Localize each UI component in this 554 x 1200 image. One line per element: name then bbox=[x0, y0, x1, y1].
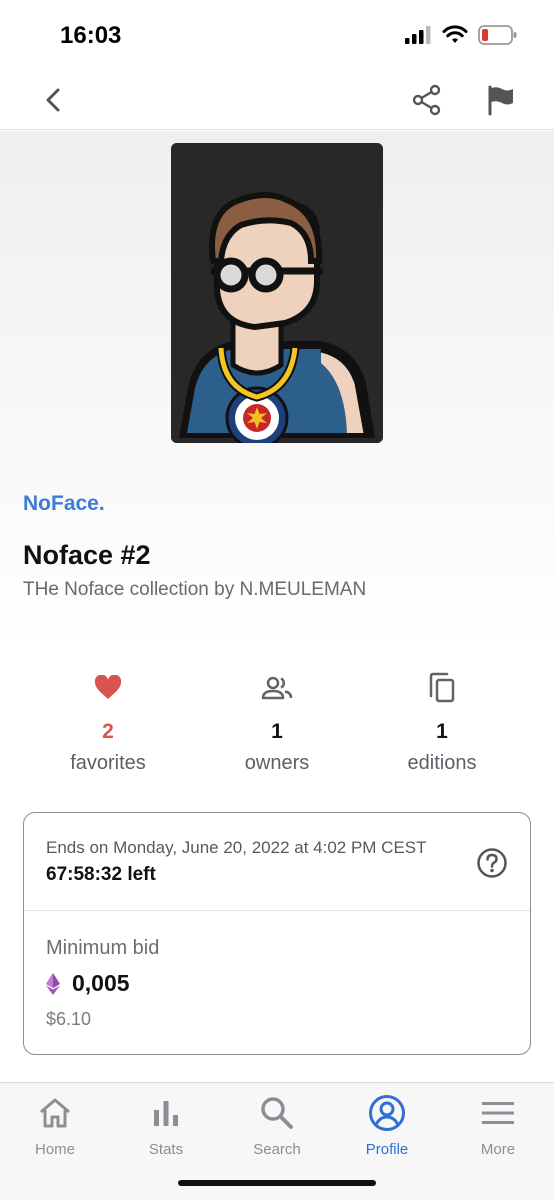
card-divider bbox=[24, 910, 530, 911]
nft-title: Noface #2 bbox=[23, 540, 151, 570]
tab-home-label: Home bbox=[34, 1141, 75, 1158]
bid-usd-value: $6.10 bbox=[46, 1009, 92, 1029]
auction-end-date: Ends on Monday, June 20, 2022 at 4:02 PM… bbox=[46, 838, 427, 857]
status-bar: 16:03 bbox=[0, 0, 554, 70]
favorites-label: favorites bbox=[70, 752, 146, 774]
flag-icon[interactable] bbox=[484, 83, 518, 117]
tab-more-label: More bbox=[480, 1141, 516, 1158]
menu-icon bbox=[482, 1102, 514, 1124]
wifi-icon bbox=[442, 25, 468, 43]
nft-hero bbox=[0, 131, 554, 651]
nft-artwork[interactable] bbox=[171, 143, 383, 443]
status-icons bbox=[404, 24, 518, 46]
bar-chart-icon bbox=[154, 1101, 178, 1126]
stat-owners[interactable]: 1 owners bbox=[187, 668, 367, 775]
tab-search-label: Search bbox=[253, 1141, 301, 1158]
owners-count: 1 bbox=[271, 720, 283, 743]
tab-stats[interactable]: Stats bbox=[111, 1093, 221, 1158]
share-icon[interactable] bbox=[410, 83, 444, 117]
status-time: 16:03 bbox=[60, 22, 122, 49]
nft-subtitle: THe Noface collection by N.MEULEMAN bbox=[23, 579, 367, 600]
battery-low-icon bbox=[478, 25, 517, 45]
home-icon bbox=[40, 1098, 70, 1128]
min-bid-label: Minimum bid bbox=[46, 937, 160, 959]
people-icon bbox=[261, 676, 293, 700]
copy-icon bbox=[429, 672, 455, 703]
help-icon[interactable] bbox=[476, 847, 508, 879]
tab-profile[interactable]: Profile bbox=[332, 1093, 442, 1158]
editions-count: 1 bbox=[436, 720, 448, 743]
stat-favorites[interactable]: 2 favorites bbox=[18, 668, 198, 775]
search-icon bbox=[261, 1097, 293, 1129]
stat-editions[interactable]: 1 editions bbox=[352, 668, 532, 775]
tab-more[interactable]: More bbox=[443, 1093, 553, 1158]
stats-row: 2 favorites 1 owners 1 editions bbox=[0, 668, 554, 788]
signal-icon bbox=[405, 26, 431, 44]
heart-icon bbox=[94, 675, 122, 699]
tab-stats-label: Stats bbox=[148, 1141, 184, 1158]
tab-search[interactable]: Search bbox=[222, 1093, 332, 1158]
auction-card: Ends on Monday, June 20, 2022 at 4:02 PM… bbox=[23, 812, 531, 1055]
editions-label: editions bbox=[407, 752, 477, 774]
noface-character-image bbox=[171, 143, 383, 443]
home-indicator[interactable] bbox=[178, 1180, 376, 1186]
owners-label: owners bbox=[244, 752, 310, 774]
back-chevron-icon[interactable] bbox=[38, 84, 70, 116]
tab-profile-label: Profile bbox=[365, 1141, 409, 1158]
bid-value: 0,005 bbox=[72, 970, 130, 996]
ethereum-icon bbox=[46, 972, 60, 995]
profile-icon bbox=[369, 1095, 405, 1131]
favorites-count: 2 bbox=[102, 720, 114, 743]
nav-bar bbox=[0, 70, 554, 130]
tab-home[interactable]: Home bbox=[0, 1093, 110, 1158]
bid-row: 0,005 bbox=[46, 970, 130, 997]
collection-name[interactable]: NoFace. bbox=[23, 492, 105, 516]
auction-time-left: 67:58:32 left bbox=[46, 864, 156, 885]
